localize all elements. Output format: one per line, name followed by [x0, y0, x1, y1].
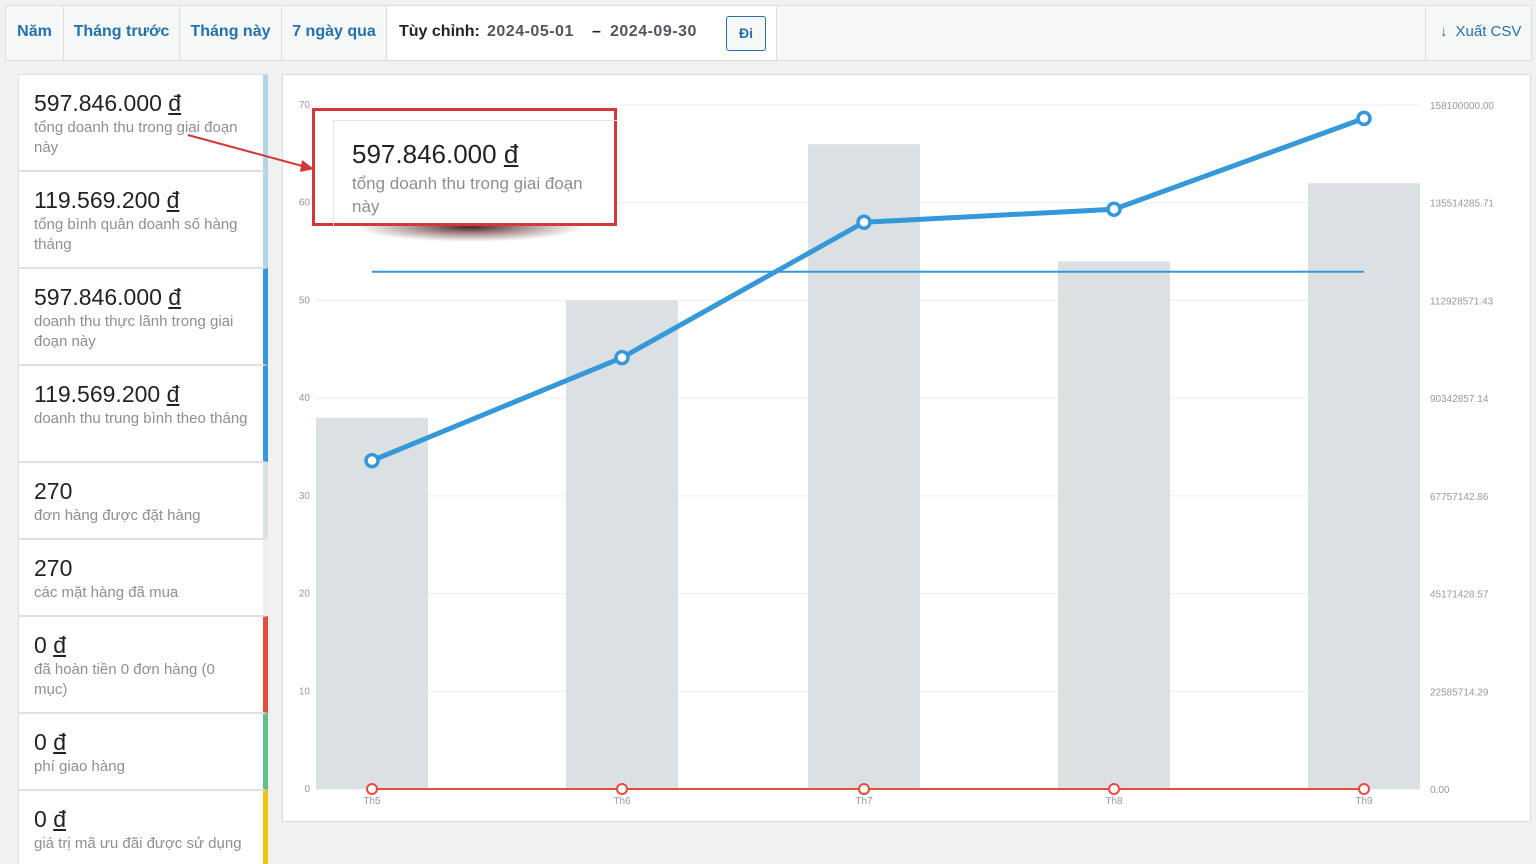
sales-point: [364, 452, 380, 469]
y-tick-label: 0: [304, 784, 310, 795]
y-tick-label: 70: [299, 100, 311, 111]
tab-custom: Tùy chỉnh: 2024-05-01 – 2024-09-30 Đi: [387, 6, 777, 60]
legend-currency: đ: [53, 806, 66, 832]
legend-description: tổng doanh thu trong giai đoạn này: [34, 119, 238, 156]
legend-currency: đ: [168, 90, 182, 116]
y-tick-label: 40: [299, 393, 311, 404]
callout-amount-value: 597.846.000: [352, 139, 497, 169]
callout-amount: 597.846.000 đ: [352, 139, 618, 169]
refund-point: [1108, 783, 1120, 795]
legend-item[interactable]: 119.569.200 đ doanh thu trung bình theo t…: [18, 365, 268, 462]
bar: [808, 144, 920, 790]
x-tick-label: Th6: [613, 796, 631, 807]
y2-tick-label: 67757142.86: [1430, 492, 1489, 503]
callout-description: tổng doanh thu trong giai đoạn này: [352, 174, 583, 216]
legend-description: đơn hàng được đặt hàng: [34, 507, 201, 524]
legend-amount-value: 0: [34, 806, 47, 832]
sales-point: [856, 214, 872, 230]
legend-item[interactable]: 270 đơn hàng được đặt hàng: [18, 462, 268, 539]
legend-amount: 0 đ: [34, 729, 263, 755]
legend-item[interactable]: 0 đ đã hoàn tiền 0 đơn hàng (0 mục): [18, 616, 268, 713]
legend-currency: đ: [166, 381, 180, 407]
refund-point: [858, 783, 870, 795]
legend-amount: 270: [34, 478, 263, 504]
legend-currency: đ: [53, 729, 66, 755]
legend-amount: 597.846.000 đ: [34, 90, 263, 116]
legend-amount-value: 119.569.200: [34, 381, 161, 407]
y2-tick-label: 45171428.57: [1430, 590, 1489, 601]
callout-content: 597.846.000 đ tổng doanh thu trong giai …: [333, 120, 618, 226]
legend-description: đã hoàn tiền 0 đơn hàng (0 mục): [34, 661, 215, 698]
x-tick-label: Th7: [855, 796, 873, 807]
y-tick-label: 30: [299, 491, 311, 502]
sales-point: [1106, 201, 1122, 218]
bar: [1058, 261, 1170, 789]
refund-point: [616, 783, 628, 795]
go-button[interactable]: Đi: [726, 16, 766, 51]
legend-item[interactable]: 0 đ phí giao hàng: [18, 713, 268, 790]
sales-point: [1356, 110, 1372, 127]
legend-description: các mặt hàng đã mua: [34, 584, 179, 601]
legend-description: tổng bình quân doanh số hàng tháng: [34, 216, 238, 253]
legend-description: doanh thu trung bình theo tháng: [34, 410, 248, 427]
refund-point: [1358, 783, 1370, 795]
bar: [316, 417, 428, 789]
legend-currency: đ: [166, 187, 180, 213]
y-tick-label: 50: [299, 295, 311, 306]
legend-amount-value: 597.846.000: [34, 284, 162, 310]
legend-amount: 597.846.000 đ: [34, 284, 263, 310]
legend-description: giá trị mã ưu đãi được sử dụng: [34, 835, 242, 852]
arrow-down-icon: ↓: [1440, 23, 1448, 40]
export-csv-button[interactable]: ↓ Xuất CSV: [1425, 6, 1531, 60]
range-tabs: Năm Tháng trước Tháng này 7 ngày qua Tùy…: [5, 5, 1532, 61]
y-tick-label: 60: [299, 198, 311, 209]
chart-legend: 597.846.000 đ tổng doanh thu trong giai đ…: [18, 74, 268, 864]
legend-amount-value: 0: [34, 729, 47, 755]
legend-description: phí giao hàng: [34, 758, 125, 775]
legend-amount-value: 597.846.000: [34, 90, 162, 116]
legend-amount-value: 0: [34, 632, 47, 658]
y2-tick-label: 135514285.71: [1430, 199, 1494, 210]
export-label: Xuất CSV: [1455, 23, 1522, 40]
legend-item[interactable]: 597.846.000 đ doanh thu thực lãnh trong g…: [18, 268, 268, 365]
tab-last-month[interactable]: Tháng trước: [64, 6, 180, 60]
legend-item[interactable]: 597.846.000 đ tổng doanh thu trong giai đ…: [18, 74, 268, 171]
legend-amount: 270: [34, 555, 263, 581]
legend-amount: 119.569.200 đ: [34, 187, 263, 213]
custom-range-label: Tùy chỉnh:: [399, 23, 480, 40]
legend-item[interactable]: 270 các mặt hàng đã mua: [18, 539, 268, 616]
y-tick-label: 10: [299, 686, 311, 697]
date-separator: –: [592, 23, 601, 40]
legend-amount-value: 270: [34, 478, 73, 504]
x-tick-label: Th9: [1355, 796, 1373, 807]
legend-description: doanh thu thực lãnh trong giai đoạn này: [34, 313, 234, 350]
highlight-callout: 597.846.000 đ tổng doanh thu trong giai …: [312, 108, 618, 226]
x-tick-label: Th8: [1105, 796, 1123, 807]
legend-amount: 119.569.200 đ: [34, 381, 263, 407]
y2-tick-label: 22585714.29: [1430, 687, 1489, 698]
callout-currency: đ: [503, 139, 519, 169]
tab-this-month[interactable]: Tháng này: [180, 6, 282, 60]
legend-amount-value: 119.569.200: [34, 187, 161, 213]
legend-amount: 0 đ: [34, 632, 263, 658]
legend-currency: đ: [53, 632, 66, 658]
legend-item[interactable]: 119.569.200 đ tổng bình quân doanh số hàn…: [18, 171, 268, 268]
x-tick-label: Th5: [363, 796, 381, 807]
sales-point: [614, 349, 630, 366]
y2-tick-label: 112928571.43: [1430, 296, 1494, 307]
date-to-input[interactable]: 2024-09-30: [610, 6, 697, 58]
legend-amount: 0 đ: [34, 806, 263, 832]
bar: [1308, 183, 1420, 790]
y-tick-label: 20: [299, 589, 311, 600]
y2-tick-label: 0.00: [1430, 785, 1450, 796]
tab-year[interactable]: Năm: [6, 6, 64, 60]
legend-item[interactable]: 0 đ giá trị mã ưu đãi được sử dụng: [18, 790, 268, 864]
legend-currency: đ: [168, 284, 182, 310]
tab-last-7-days[interactable]: 7 ngày qua: [282, 6, 387, 60]
date-from-input[interactable]: 2024-05-01: [487, 6, 574, 58]
y2-tick-label: 158100000.00: [1430, 101, 1494, 112]
legend-amount-value: 270: [34, 555, 73, 581]
refund-point: [366, 783, 378, 795]
y2-tick-label: 90342857.14: [1430, 394, 1489, 405]
